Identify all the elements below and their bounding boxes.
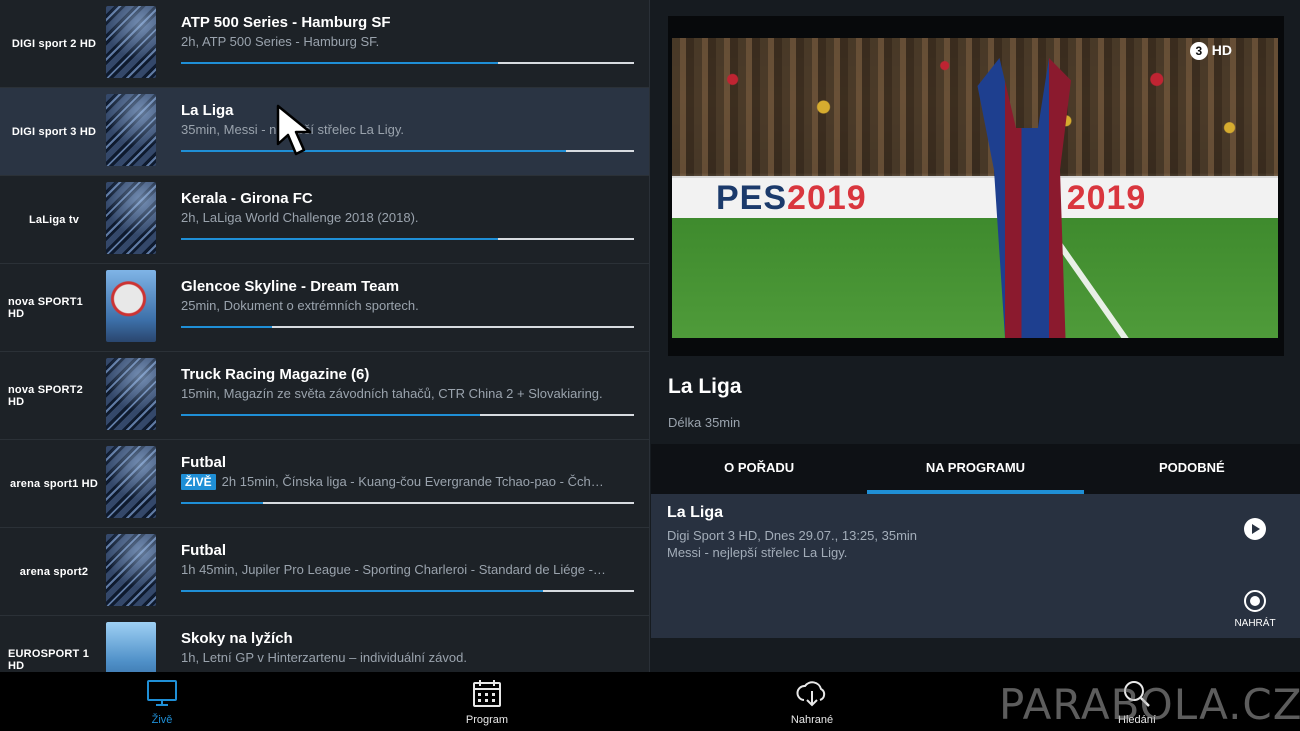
list-item[interactable]: LaLiga tv Kerala - Girona FC 2h, LaLiga Wo… [0,176,649,264]
cloud-download-icon [796,681,826,707]
nav-tv[interactable]: Živě [102,672,222,731]
tab-podobné[interactable]: PODOBNÉ [1084,444,1300,494]
detail-tabs: O POŘADU NA PROGRAMU PODOBNÉ [651,444,1300,494]
program-description-text: 2h 15min, Čínska liga - Kuang-čou Evergr… [221,474,604,489]
program-description-text: 15min, Magazín ze světa závodních tahačů… [181,386,603,401]
progress-bar [181,326,634,328]
program-thumbnail [106,534,156,606]
progress-bar [181,590,634,592]
program-duration: Délka 35min [668,415,741,430]
program-description: 2h, LaLiga World Challenge 2018 (2018). [181,210,633,225]
list-item[interactable]: arena sport2 Futbal 1h 45min, Jupiler Pro … [0,528,649,616]
list-item[interactable]: nova SPORT2 HD Truck Racing Magazine (6) 1… [0,352,649,440]
channel-logo: 3 HD [1189,42,1232,60]
program-thumbnail [106,446,156,518]
detail-panel: PES 2019 2019 3 HD La Liga Délka 35min O P… [651,0,1300,672]
channel-logo: DIGI sport 2 HD [11,38,97,50]
program-title: La Liga [668,375,742,398]
progress-fill [181,238,499,240]
video-player[interactable]: PES 2019 2019 3 HD [668,16,1284,356]
program-title: Futbal [181,542,226,559]
channel-list[interactable]: DIGI sport 2 HD ATP 500 Series - Hamburg … [0,0,650,672]
program-description-text: 2h, LaLiga World Challenge 2018 (2018). [181,210,419,225]
schedule-info: Digi Sport 3 HD, Dnes 29.07., 13:25, 35m… [667,528,918,543]
watermark: PARABOLA.CZ [999,680,1300,729]
program-thumbnail [106,182,156,254]
program-thumbnail [106,622,156,672]
nav-label: Program [465,714,509,726]
schedule-description: Messi - nejlepší střelec La Ligy. [667,545,848,560]
list-item[interactable]: nova SPORT1 HD Glencoe Skyline - Dream Te… [0,264,649,352]
crowd-image [672,38,1278,176]
calendar-icon [473,680,501,707]
program-description: 1h, Letní GP v Hinterzartenu – individuá… [181,650,633,665]
progress-fill [181,62,499,64]
program-description: 25min, Dokument o extrémních sportech. [181,298,633,313]
tab-na-programu[interactable]: NA PROGRAMU [867,444,1084,494]
progress-fill [181,502,263,504]
progress-bar [181,414,634,416]
record-label[interactable]: NAHRÁT [1227,618,1283,629]
program-description: 2h, ATP 500 Series - Hamburg SF. [181,34,633,49]
channel-logo: EUROSPORT 1 HD [8,648,90,672]
channel-logo: nova SPORT2 HD [8,384,83,408]
nav-cloud-download[interactable]: Nahrané [752,672,872,731]
program-title: Futbal [181,454,226,471]
program-title: Truck Racing Magazine (6) [181,366,370,383]
program-title: ATP 500 Series - Hamburg SF [181,14,391,31]
channel-logo: arena sport2 [19,566,89,578]
progress-fill [181,414,480,416]
progress-fill [181,326,272,328]
program-description: 1h 45min, Jupiler Pro League - Sporting … [181,562,633,577]
program-thumbnail [106,6,156,78]
program-description-text: 1h, Letní GP v Hinterzartenu – individuá… [181,650,467,665]
program-thumbnail [106,358,156,430]
program-description: ŽIVĚ 2h 15min, Čínska liga - Kuang-čou Ev… [181,474,633,490]
program-description: 15min, Magazín ze světa závodních tahačů… [181,386,633,401]
progress-bar [181,150,634,152]
program-title: La Liga [181,102,234,119]
play-button[interactable] [1244,518,1266,540]
program-description-text: 25min, Dokument o extrémních sportech. [181,298,419,313]
progress-bar [181,62,634,64]
app-root: DIGI sport 2 HD ATP 500 Series - Hamburg … [0,0,1300,731]
tab-o-pořadu[interactable]: O POŘADU [651,444,867,494]
list-item[interactable]: arena sport1 HD Futbal ŽIVĚ 2h 15min, Čínsk… [0,440,649,528]
progress-fill [181,590,544,592]
nav-label: Nahrané [790,714,834,726]
schedule-card[interactable]: La Liga Digi Sport 3 HD, Dnes 29.07., 13… [651,494,1300,638]
program-title: Skoky na lyžích [181,630,293,647]
channel-logo: LaLiga tv [28,214,80,226]
program-description-text: 2h, ATP 500 Series - Hamburg SF. [181,34,380,49]
nav-label: Živě [151,714,173,726]
live-badge: ŽIVĚ [181,474,216,490]
channel-logo: DIGI sport 3 HD [11,126,97,138]
pitch-line [1052,236,1138,338]
program-description: 35min, Messi - nejlepší střelec La Ligy. [181,122,633,137]
progress-bar [181,502,634,504]
program-description-text: 1h 45min, Jupiler Pro League - Sporting … [181,562,606,577]
program-thumbnail [106,270,156,342]
program-title: Glencoe Skyline - Dream Team [181,278,400,295]
tv-icon [147,680,177,706]
progress-bar [181,238,634,240]
list-item[interactable]: DIGI sport 2 HD ATP 500 Series - Hamburg … [0,0,649,88]
program-thumbnail [106,94,156,166]
channel-logo: arena sport1 HD [10,478,98,490]
progress-fill [181,150,567,152]
channel-logo: nova SPORT1 HD [8,296,83,320]
record-button[interactable] [1244,590,1266,612]
nav-calendar[interactable]: Program [427,672,547,731]
schedule-title: La Liga [667,504,724,521]
mouse-pointer-icon [276,104,312,156]
list-item[interactable]: EUROSPORT 1 HD Skoky na lyžích 1h, Letní G… [0,616,649,672]
video-frame[interactable]: PES 2019 2019 3 HD [672,38,1278,338]
program-title: Kerala - Girona FC [181,190,313,207]
ad-banner: PES 2019 2019 [672,178,1278,218]
